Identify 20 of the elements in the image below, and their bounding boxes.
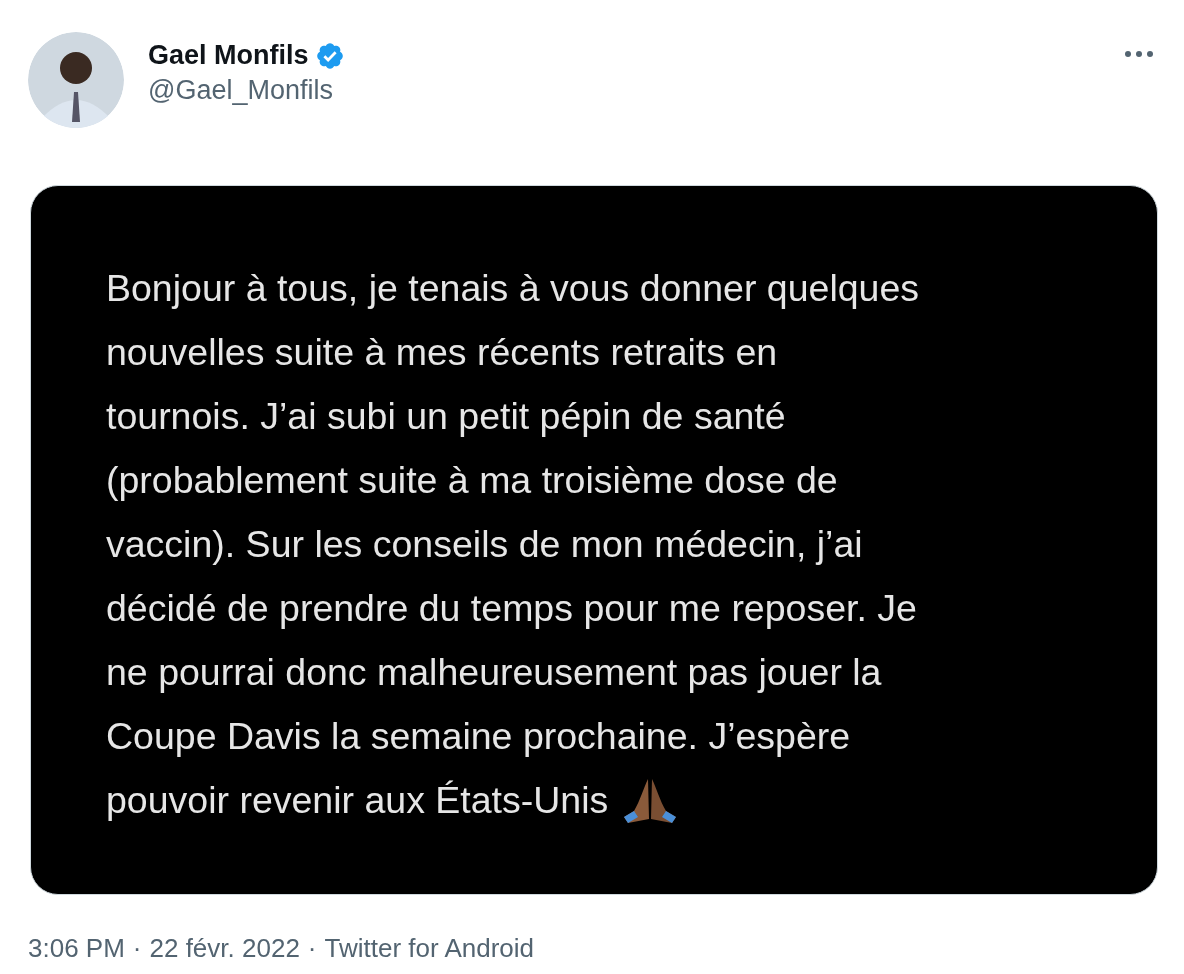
- image-text-line: pouvoir revenir aux États-Unis: [106, 778, 609, 823]
- separator-dot: ·: [307, 933, 317, 964]
- tweet-source: Twitter for Android: [324, 933, 535, 964]
- praying-hands-icon: [622, 777, 679, 823]
- more-icon[interactable]: [1124, 50, 1154, 58]
- tweet-time[interactable]: 3:06 PM: [28, 933, 125, 964]
- image-text-line: Coupe Davis la semaine prochaine. J’espère: [106, 715, 851, 757]
- image-text-line: décidé de prendre du temps pour me reposer. Je: [106, 587, 917, 629]
- avatar[interactable]: [28, 32, 124, 128]
- image-text-line: vaccin). Sur les conseils de mon médecin, j’ai: [106, 523, 863, 565]
- author-handle[interactable]: @Gael_Monfils: [148, 75, 1100, 106]
- image-text-line: Bonjour à tous, je tenais à vous donner quelques: [106, 267, 920, 309]
- author-name[interactable]: Gael Monfils: [148, 40, 309, 71]
- image-card[interactable]: [30, 185, 1158, 895]
- image-text-line: nouvelles suite à mes récents retraits en: [106, 331, 778, 373]
- image-text-line: tournois. J’ai subi un petit pépin de santé: [106, 395, 786, 437]
- image-text-line: ne pourrai donc malheureusement pas jouer la: [106, 651, 882, 693]
- image-text-line: (probablement suite à ma troisième dose de: [106, 459, 838, 501]
- separator-dot: ·: [132, 933, 142, 964]
- tweet-date[interactable]: 22 févr. 2022: [149, 933, 300, 964]
